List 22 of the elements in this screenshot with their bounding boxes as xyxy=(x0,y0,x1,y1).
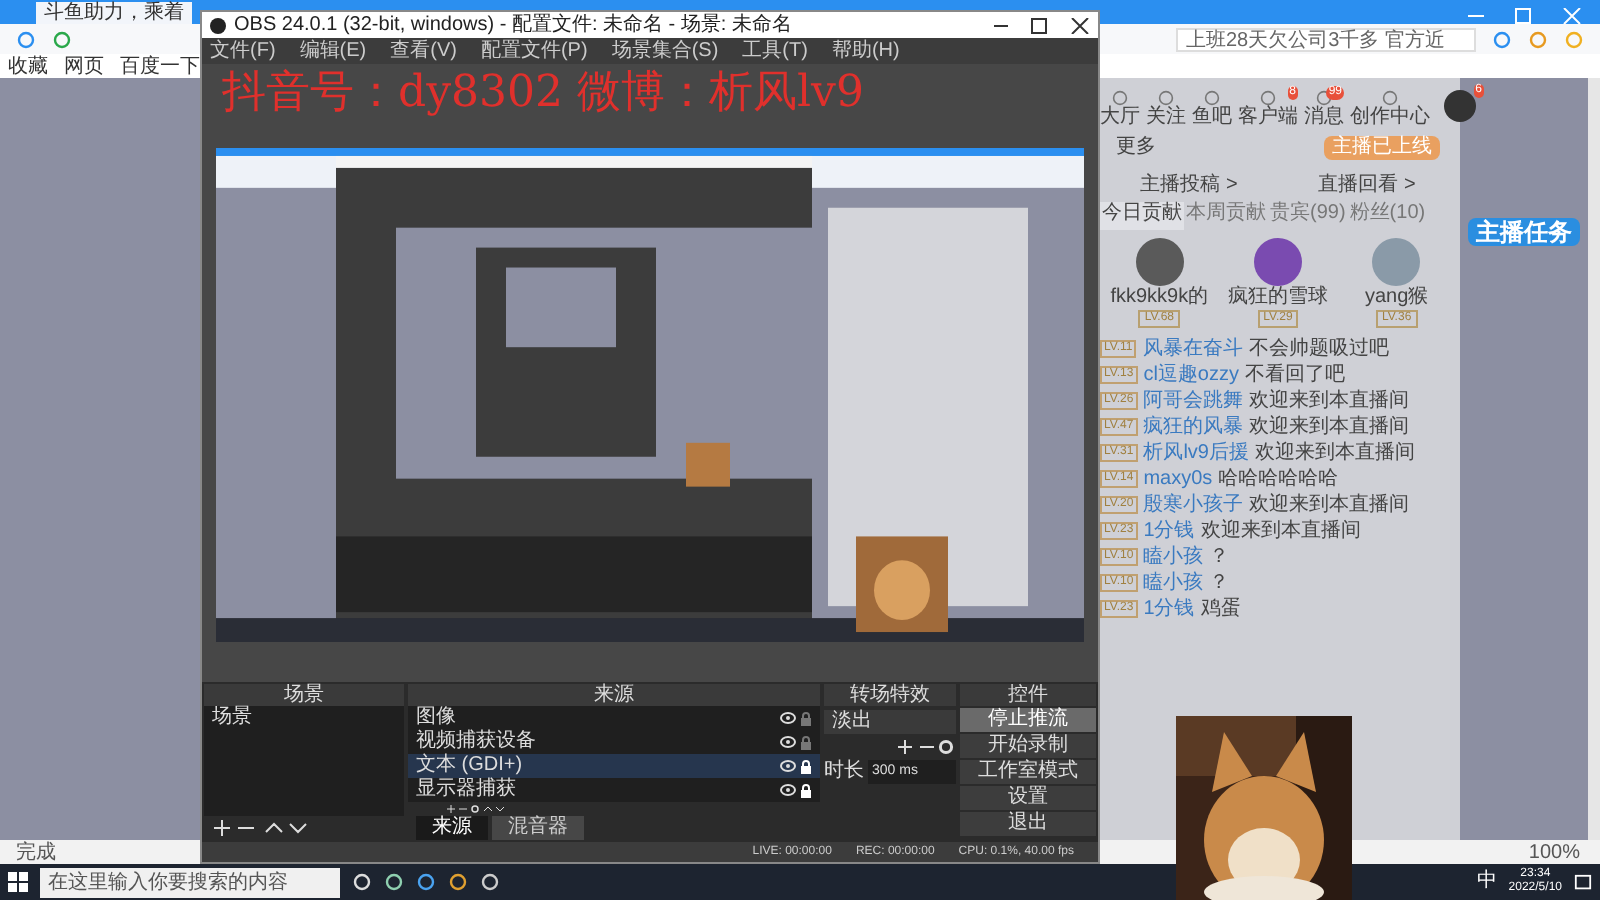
chat-message: 欢迎来到本直播间 xyxy=(1200,519,1361,543)
chat-message: 欢迎来到本直播间 xyxy=(1249,493,1410,517)
duration-label: 时长 xyxy=(824,760,864,784)
panel-header: 来源 xyxy=(408,684,820,706)
user-name: yang猴 xyxy=(1364,286,1429,310)
chat-message: 不看回了吧 xyxy=(1244,363,1345,387)
chat-message: 欢迎来到本直播间 xyxy=(1249,415,1410,439)
status-text: 完成 xyxy=(16,841,56,863)
user-name: fkk9kk9k的 xyxy=(1110,286,1209,310)
chat-message: 哈哈哈哈哈哈 xyxy=(1218,467,1339,491)
overlay-text: 抖音号：dy8302 微博：析风lv9 xyxy=(222,68,864,120)
chat-message: 欢迎来到本直播间 xyxy=(1254,441,1415,465)
chat-message: 鸡蛋 xyxy=(1200,597,1241,621)
chat-message: 欢迎来到本直播间 xyxy=(1249,389,1410,413)
chat-message: ？ xyxy=(1209,545,1230,569)
user-name: 疯狂的雪球 xyxy=(1227,286,1328,310)
chat-message: ？ xyxy=(1209,571,1230,595)
window-title: OBS 24.0.1 (32-bit, windows) - 配置文件: 未命名 - 场景: 未命名 xyxy=(234,14,792,36)
panel-header: 控件 xyxy=(960,684,1096,706)
panel-header: 场景 xyxy=(204,684,404,706)
chat-message: 不会帅题吸过吧 xyxy=(1248,337,1389,361)
panel-header: 转场特效 xyxy=(824,684,956,706)
